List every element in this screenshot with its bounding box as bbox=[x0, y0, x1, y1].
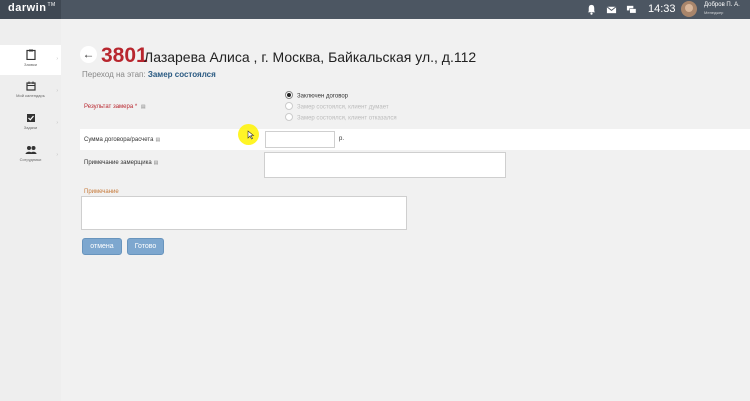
notes-textarea[interactable] bbox=[264, 152, 506, 178]
sidebar-item-requests[interactable]: Заявки › bbox=[0, 45, 61, 75]
chat-icon[interactable] bbox=[626, 4, 637, 15]
sidebar-item-label: Задачи bbox=[23, 125, 38, 130]
sum-input[interactable] bbox=[265, 131, 335, 148]
sidebar: Заявки › Мой календарь › Задачи › Сотруд… bbox=[0, 19, 61, 401]
info-icon: ▤ bbox=[153, 160, 159, 166]
required-mark: * bbox=[134, 104, 138, 110]
user-info[interactable]: Добров П. А. Менеджер bbox=[704, 2, 740, 16]
sum-row: Сумма договора/расчета ▤ р. bbox=[80, 129, 750, 150]
done-button[interactable]: Готово bbox=[127, 238, 164, 255]
sidebar-item-label: Мой календарь bbox=[16, 93, 45, 98]
chevron-right-icon: › bbox=[56, 56, 58, 62]
sidebar-item-calendar[interactable]: Мой календарь › bbox=[0, 77, 61, 107]
sum-label: Сумма договора/расчета ▤ bbox=[84, 137, 161, 143]
stage-prefix: Переход на этап: bbox=[82, 70, 146, 79]
stage-name: Замер состоялся bbox=[147, 70, 216, 79]
radio-dot bbox=[285, 113, 293, 121]
calendar-icon bbox=[25, 81, 36, 91]
info-icon: ▤ bbox=[155, 137, 161, 143]
info-icon: ▤ bbox=[140, 104, 146, 110]
check-icon bbox=[26, 114, 35, 122]
currency-label: р. bbox=[339, 136, 345, 142]
sidebar-item-label: Заявки bbox=[24, 62, 37, 67]
radio-contract-signed[interactable]: Заключен договор bbox=[285, 91, 348, 100]
sidebar-item-label: Сотрудники bbox=[19, 157, 42, 162]
chevron-right-icon: › bbox=[56, 152, 58, 158]
chevron-right-icon: › bbox=[56, 120, 58, 126]
bell-icon[interactable] bbox=[586, 4, 597, 15]
sidebar-item-staff[interactable]: Сотрудники › bbox=[0, 141, 61, 171]
cancel-button[interactable]: отмена bbox=[82, 238, 122, 255]
top-bar: darwinTM 14:33 Добров П. А. Менеджер bbox=[0, 0, 750, 19]
radio-client-refused[interactable]: Замер состоялся, клиент отказался bbox=[285, 113, 397, 122]
radio-client-thinking[interactable]: Замер состоялся, клиент думает bbox=[285, 102, 389, 111]
result-label: Результат замера * ▤ bbox=[84, 104, 146, 110]
main-content: ← 3801 Лазарева Алиса , г. Москва, Байка… bbox=[61, 19, 750, 401]
logo[interactable]: darwinTM bbox=[8, 2, 56, 14]
page-title: Лазарева Алиса , г. Москва, Байкальская … bbox=[144, 49, 477, 65]
comment-textarea[interactable] bbox=[81, 196, 407, 230]
user-role: Менеджер bbox=[704, 10, 724, 15]
stage-transition: Переход на этап: Замер состоялся bbox=[82, 70, 216, 79]
back-button[interactable]: ← bbox=[80, 46, 97, 63]
notes-label: Примечание замерщика ▤ bbox=[84, 160, 159, 166]
radio-dot bbox=[285, 102, 293, 110]
comment-label: Примечание bbox=[84, 189, 119, 195]
mail-icon[interactable] bbox=[606, 4, 617, 15]
sidebar-item-tasks[interactable]: Задачи › bbox=[0, 109, 61, 139]
clock: 14:33 bbox=[648, 3, 676, 15]
chevron-right-icon: › bbox=[56, 88, 58, 94]
avatar[interactable] bbox=[681, 1, 697, 17]
brand-area: darwinTM bbox=[0, 0, 61, 19]
clipboard-icon bbox=[25, 49, 36, 60]
people-icon bbox=[25, 146, 36, 154]
result-row: Результат замера * ▤ Заключен договор За… bbox=[80, 87, 750, 129]
radio-dot bbox=[285, 91, 293, 99]
user-name: Добров П. А. bbox=[704, 2, 740, 8]
mouse-cursor-icon bbox=[247, 130, 255, 140]
order-number: 3801 bbox=[101, 44, 148, 67]
notes-row: Примечание замерщика ▤ bbox=[80, 150, 750, 180]
